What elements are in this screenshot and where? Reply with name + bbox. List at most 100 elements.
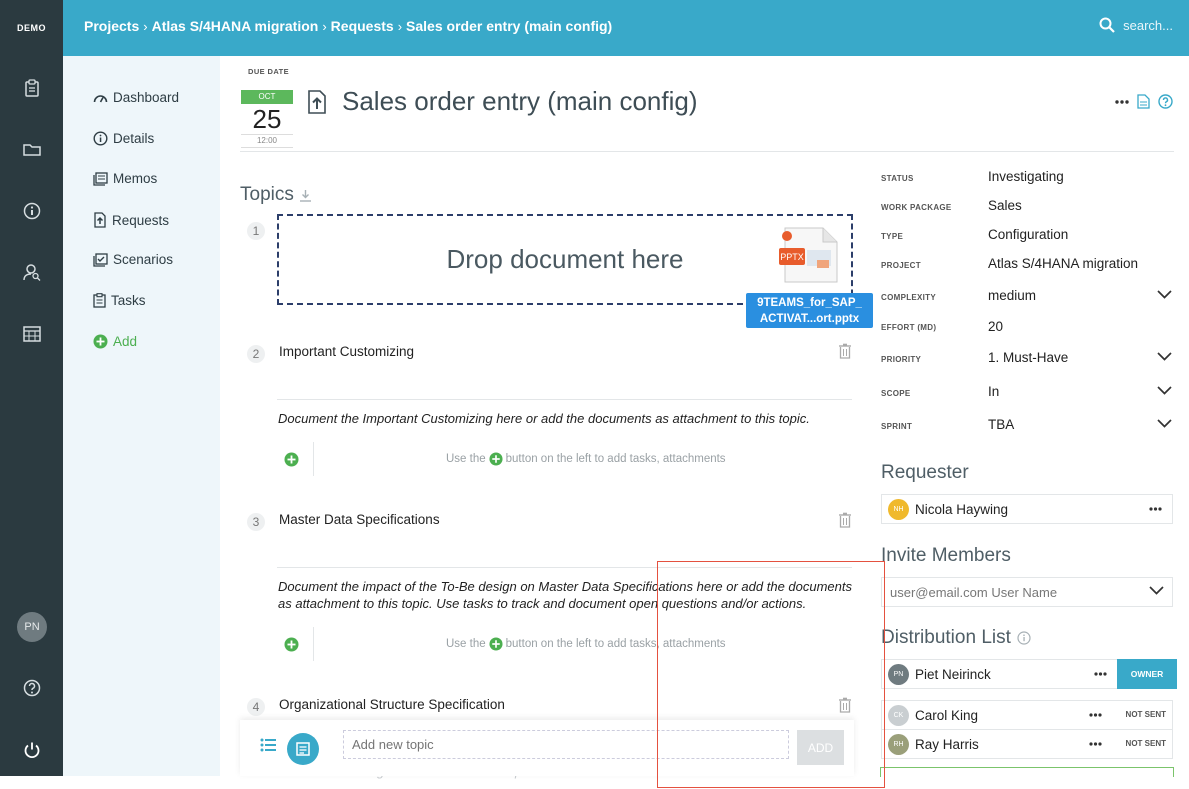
topics-heading: Topics [240, 184, 312, 206]
status-value[interactable]: Investigating [988, 169, 1064, 184]
sprint-select[interactable]: TBA [988, 417, 1014, 432]
header-actions [1115, 94, 1173, 109]
add-item-button[interactable] [284, 637, 299, 652]
file-badge: PPTX [780, 252, 804, 262]
download-icon[interactable] [299, 189, 312, 202]
meta-label: SPRINT [881, 422, 913, 431]
file-name-line: ACTIVAT...ort.pptx [759, 313, 860, 325]
power-icon[interactable] [0, 738, 63, 762]
topics-heading-text: Topics [240, 184, 294, 205]
trash-icon[interactable] [838, 697, 852, 713]
clipboard-icon[interactable] [0, 76, 63, 100]
info-icon[interactable] [1017, 631, 1031, 645]
calendar-grid-icon[interactable] [0, 322, 63, 346]
nav-item-details[interactable]: Details [93, 131, 154, 146]
nav-label: Dashboard [113, 90, 180, 105]
topic-add-row [284, 442, 314, 476]
distribution-footer-box [880, 767, 1174, 777]
row-divider [313, 627, 314, 661]
clipboard-icon [93, 293, 106, 308]
request-detail: DUE DATE OCT 25 12:00 Sales order entry … [220, 56, 1189, 779]
help-icon[interactable] [1158, 94, 1173, 109]
distribution-member[interactable]: PN Piet Neirinck [881, 659, 1118, 689]
requester-heading: Requester [881, 462, 969, 483]
add-topic-input[interactable] [343, 730, 789, 759]
search-icon [1099, 17, 1115, 33]
due-date-card[interactable]: OCT 25 12:00 [241, 90, 293, 148]
scope-select[interactable]: In [988, 384, 999, 399]
nav-item-dashboard[interactable]: Dashboard [93, 90, 179, 105]
nav-item-scenarios[interactable]: Scenarios [93, 252, 173, 267]
topic-template-button[interactable] [287, 733, 319, 765]
list-icon[interactable] [260, 738, 276, 752]
add-topic-button[interactable]: ADD [797, 730, 844, 765]
distribution-member[interactable]: RH Ray Harris NOT SENT [881, 729, 1173, 759]
hint-text: button on the left to add tasks, attachm… [505, 638, 726, 650]
distribution-heading-text: Distribution List [881, 627, 1011, 648]
help-icon[interactable] [0, 676, 63, 700]
status-badge: NOT SENT [1125, 710, 1166, 719]
chevron-down-icon[interactable] [1157, 386, 1172, 395]
add-item-button[interactable] [284, 452, 299, 467]
chevron-down-icon[interactable] [1149, 586, 1164, 595]
chevron-down-icon[interactable] [1157, 290, 1172, 299]
dragged-file-name: 9TEAMS_for_SAP_ ACTIVAT...ort.pptx [746, 293, 873, 328]
user-avatar[interactable]: PN [17, 612, 47, 642]
nav-item-tasks[interactable]: Tasks [93, 293, 146, 308]
topic-number: 2 [247, 345, 265, 363]
invite-member-select[interactable]: user@email.com User Name [881, 577, 1173, 607]
topic-description[interactable]: Document the impact of the To-Be design … [278, 578, 856, 612]
more-options-icon[interactable] [1149, 507, 1162, 511]
more-options-icon[interactable] [1115, 99, 1129, 104]
document-dropzone[interactable]: Drop document here [277, 214, 853, 305]
nav-item-requests[interactable]: Requests [93, 212, 169, 228]
topic-title[interactable]: Master Data Specifications [279, 512, 440, 527]
topic-title[interactable]: Organizational Structure Specification [279, 697, 505, 712]
nav-item-add[interactable]: Add [93, 334, 137, 349]
avatar: NH [888, 498, 909, 520]
meta-label: COMPLEXITY [881, 293, 937, 302]
project-value[interactable]: Atlas S/4HANA migration [988, 256, 1138, 271]
add-hint: Use the button on the left to add tasks,… [446, 637, 726, 651]
nav-label: Scenarios [113, 252, 174, 267]
trash-icon[interactable] [838, 512, 852, 528]
due-date-label: DUE DATE [248, 67, 289, 76]
more-options-icon[interactable] [1089, 713, 1102, 717]
distribution-member[interactable]: CK Carol King NOT SENT [881, 700, 1173, 730]
nav-label: Add [113, 334, 138, 349]
request-icon [308, 90, 326, 114]
topic-title[interactable]: Important Customizing [279, 344, 414, 359]
breadcrumb-requests[interactable]: Requests [331, 18, 394, 34]
type-value[interactable]: Configuration [988, 227, 1068, 242]
folder-icon[interactable] [0, 137, 63, 161]
effort-value[interactable]: 20 [988, 319, 1003, 334]
breadcrumb-project[interactable]: Atlas S/4HANA migration [152, 18, 319, 34]
work-package-value[interactable]: Sales [988, 198, 1022, 213]
topic-divider [277, 399, 852, 400]
requester-card[interactable]: NH Nicola Haywing [881, 494, 1173, 524]
more-options-icon[interactable] [1089, 742, 1102, 746]
chevron-down-icon[interactable] [1157, 419, 1172, 428]
complexity-select[interactable]: medium [988, 288, 1036, 303]
topic-description[interactable]: Document the Important Customizing here … [278, 410, 856, 427]
app-rail: DEMO PN [0, 0, 63, 776]
search-box[interactable]: search... [1099, 17, 1173, 33]
member-name: Ray Harris [915, 736, 979, 752]
info-icon[interactable] [0, 199, 63, 223]
meta-label: TYPE [881, 232, 904, 241]
plus-circle-icon [93, 334, 108, 349]
more-options-icon[interactable] [1094, 672, 1107, 676]
section-nav: Dashboard Details Memos Requests Scenari… [63, 56, 220, 776]
user-search-icon[interactable] [0, 260, 63, 284]
priority-select[interactable]: 1. Must-Have [988, 350, 1068, 365]
trash-icon[interactable] [838, 343, 852, 359]
gauge-icon [93, 94, 108, 102]
document-icon[interactable] [1137, 94, 1150, 109]
chevron-down-icon[interactable] [1157, 352, 1172, 361]
search-input[interactable]: search... [1123, 18, 1173, 33]
nav-item-memos[interactable]: Memos [93, 171, 157, 186]
dragged-file[interactable]: PPTX [777, 226, 843, 284]
breadcrumb-projects[interactable]: Projects [84, 18, 139, 34]
nav-label: Requests [112, 212, 170, 228]
topic-add-row [284, 627, 314, 661]
